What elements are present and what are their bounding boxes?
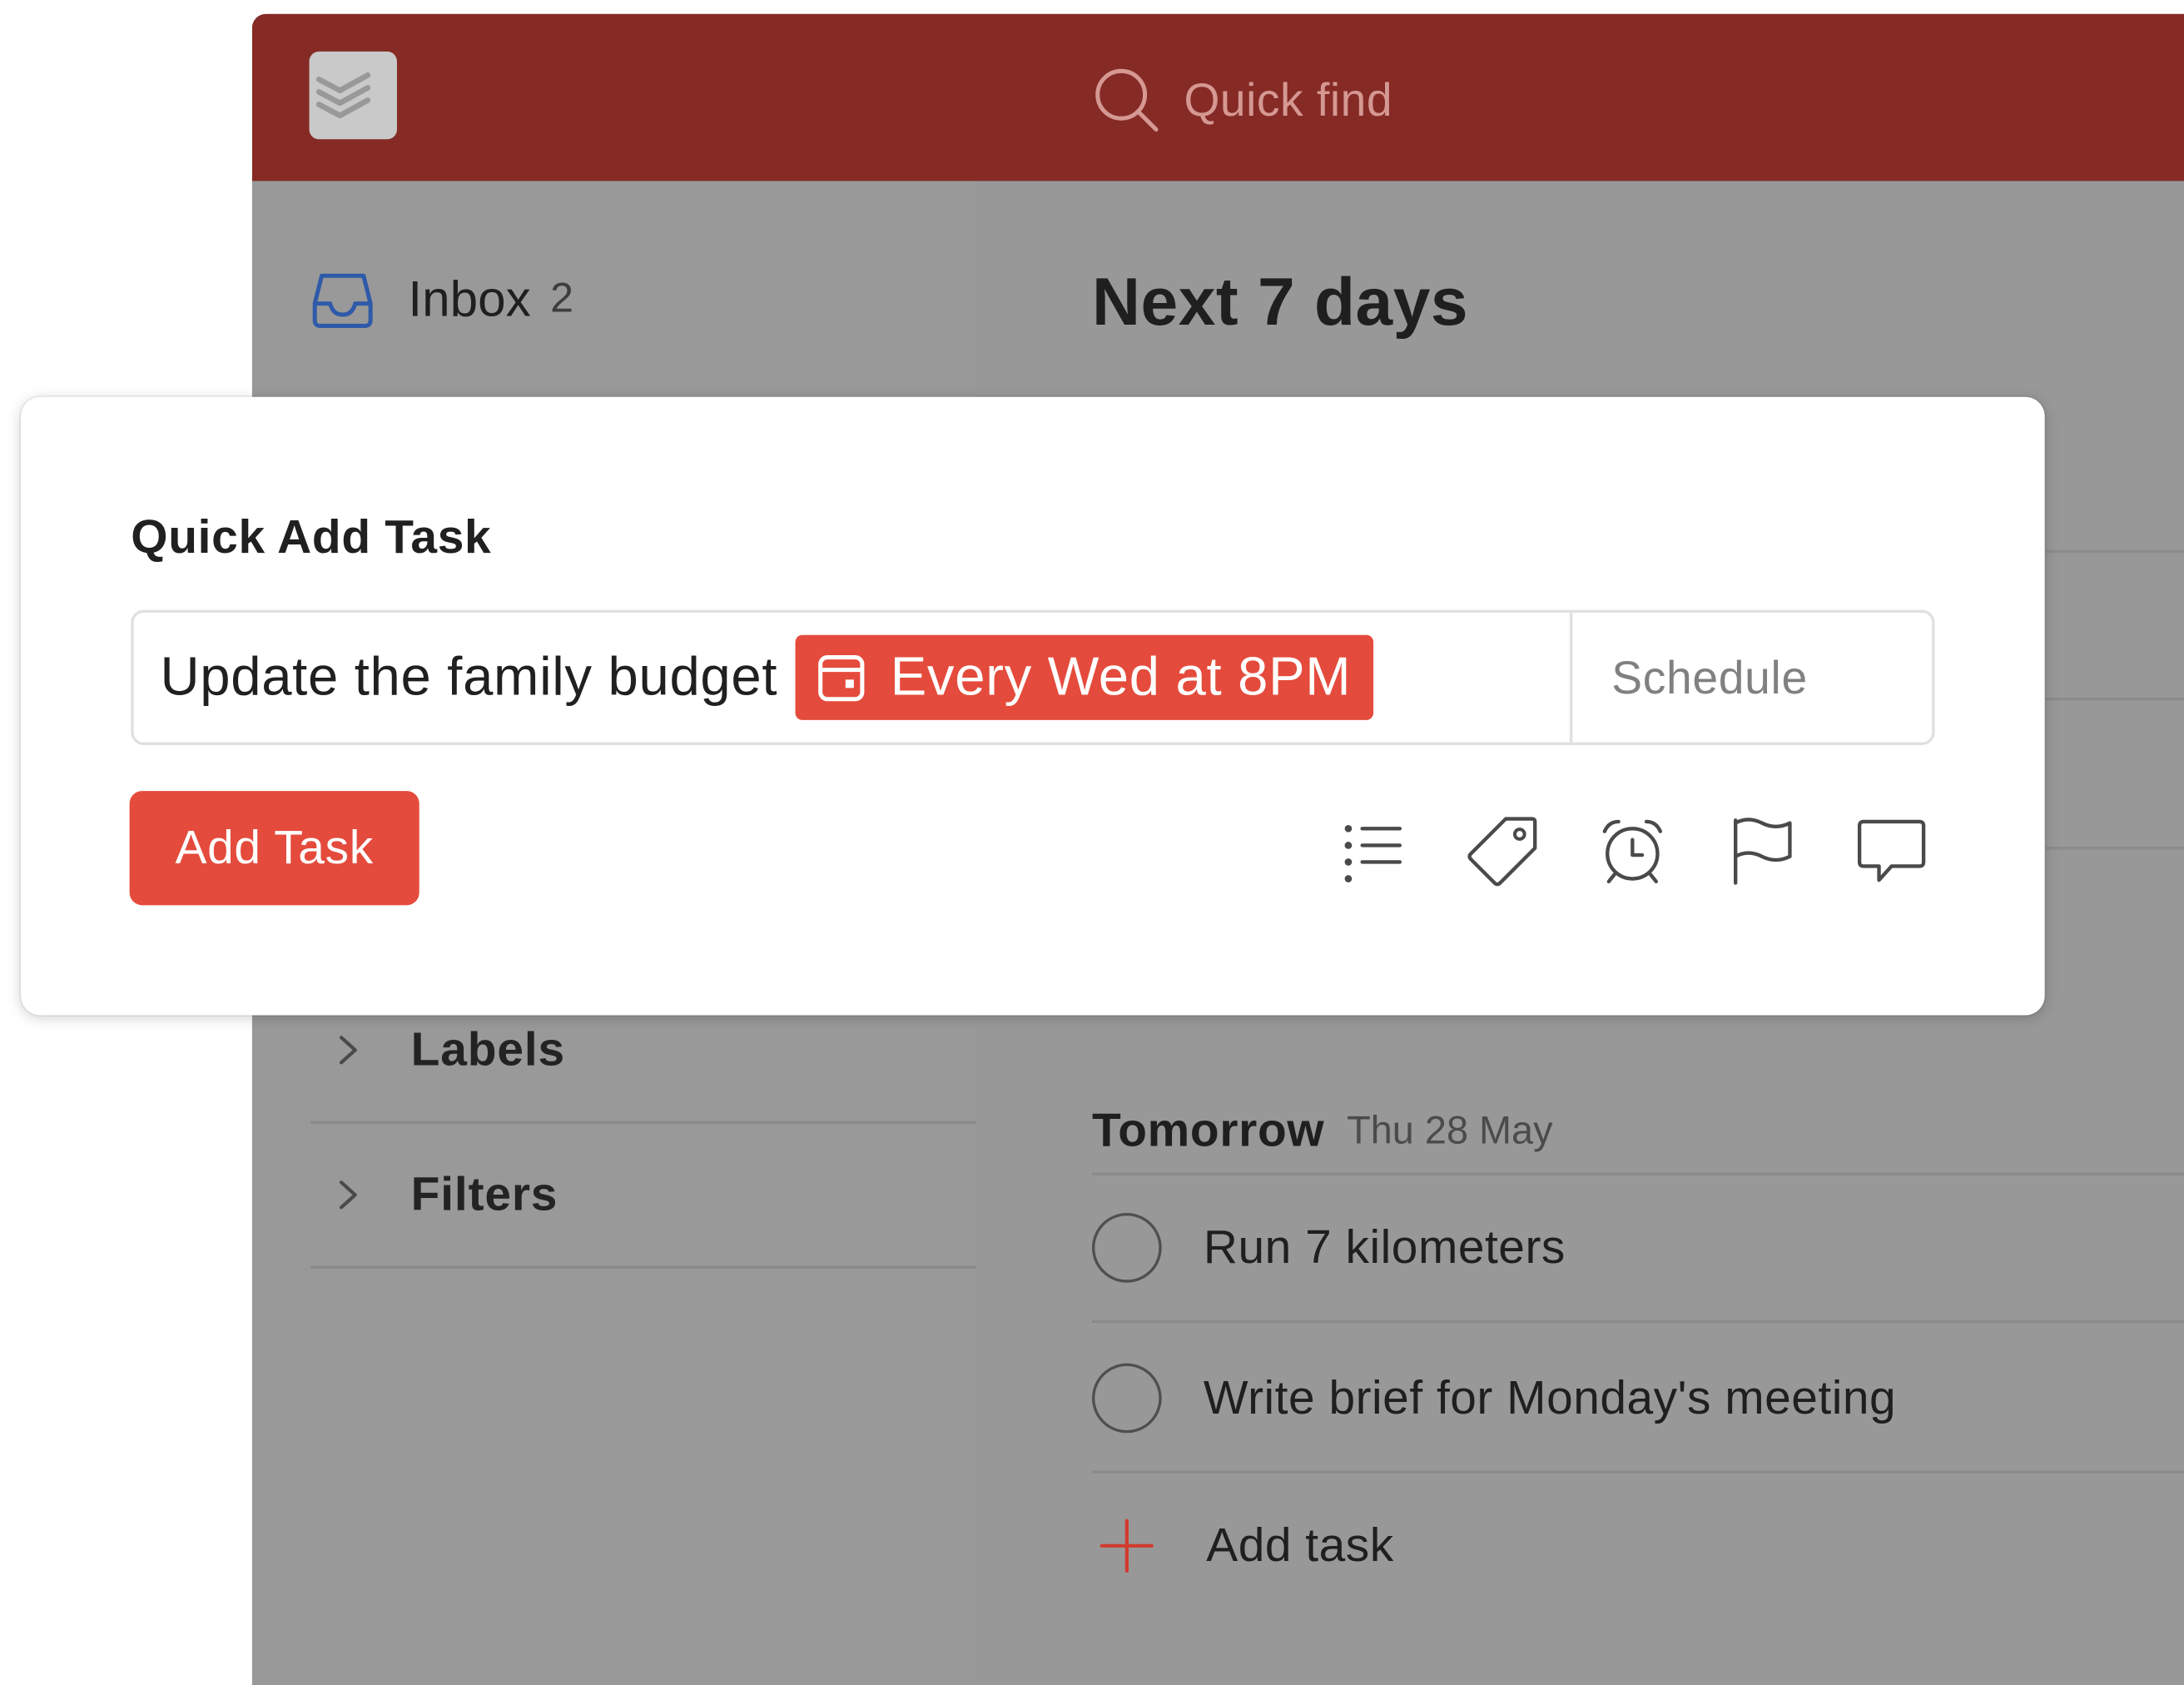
- task-input[interactable]: Update the family budget Every Wed at 8P…: [131, 609, 1935, 745]
- schedule-placeholder: Schedule: [1611, 651, 1808, 703]
- top-bar: Quick find: [251, 13, 2184, 181]
- comment-icon[interactable]: [1853, 812, 1931, 890]
- project-list-icon[interactable]: [1334, 812, 1412, 890]
- todoist-logo-icon[interactable]: [309, 51, 397, 140]
- sidebar-item-inbox[interactable]: Inbox 2: [310, 267, 573, 331]
- add-task-label: Add task: [1206, 1518, 1394, 1572]
- task-text: Run 7 kilometers: [1203, 1220, 1566, 1274]
- chevron-right-icon: [339, 1180, 357, 1210]
- task-checkbox[interactable]: [1092, 1363, 1162, 1434]
- reminder-alarm-icon[interactable]: [1593, 812, 1671, 890]
- label-tag-icon[interactable]: [1464, 812, 1542, 890]
- sidebar-item-filters[interactable]: Filters: [310, 1124, 977, 1269]
- divider: [2046, 698, 2184, 701]
- calendar-icon: [818, 654, 865, 701]
- add-task-inline[interactable]: Add task: [1092, 1497, 1394, 1594]
- sidebar-section-label: Filters: [410, 1167, 558, 1221]
- quick-find-placeholder: Quick find: [1184, 73, 1393, 126]
- modal-title: Quick Add Task: [131, 510, 492, 564]
- inbox-icon: [312, 273, 373, 328]
- page-title: Next 7 days: [1092, 266, 1469, 340]
- divider: [2046, 549, 2184, 554]
- task-row[interactable]: Run 7 kilometers: [1092, 1176, 2184, 1324]
- task-input-text[interactable]: Update the family budget: [160, 647, 777, 708]
- priority-flag-icon[interactable]: [1723, 812, 1801, 890]
- chevron-right-icon: [339, 1036, 357, 1065]
- sidebar-section-label: Labels: [410, 1022, 565, 1076]
- day-header: Tomorrow Thu 28 May: [1092, 1089, 2184, 1176]
- date-chip[interactable]: Every Wed at 8PM: [795, 634, 1374, 720]
- search-icon: [1095, 68, 1159, 132]
- quick-add-modal: Quick Add Task Update the family budget …: [21, 396, 2045, 1016]
- quick-find[interactable]: Quick find: [1092, 64, 1392, 137]
- task-text: Write brief for Monday's meeting: [1203, 1370, 1897, 1424]
- day-date: Thu 28 May: [1347, 1108, 1553, 1152]
- day-title: Tomorrow: [1092, 1103, 1325, 1157]
- date-chip-text: Every Wed at 8PM: [890, 647, 1352, 707]
- inbox-count: 2: [550, 276, 574, 322]
- task-row[interactable]: Write brief for Monday's meeting: [1092, 1326, 2184, 1474]
- task-checkbox[interactable]: [1092, 1213, 1162, 1283]
- inbox-label: Inbox: [408, 270, 531, 328]
- schedule-field[interactable]: Schedule: [1570, 613, 1932, 743]
- plus-icon: [1099, 1518, 1154, 1573]
- divider: [2046, 847, 2184, 850]
- add-task-button[interactable]: Add Task: [129, 791, 419, 906]
